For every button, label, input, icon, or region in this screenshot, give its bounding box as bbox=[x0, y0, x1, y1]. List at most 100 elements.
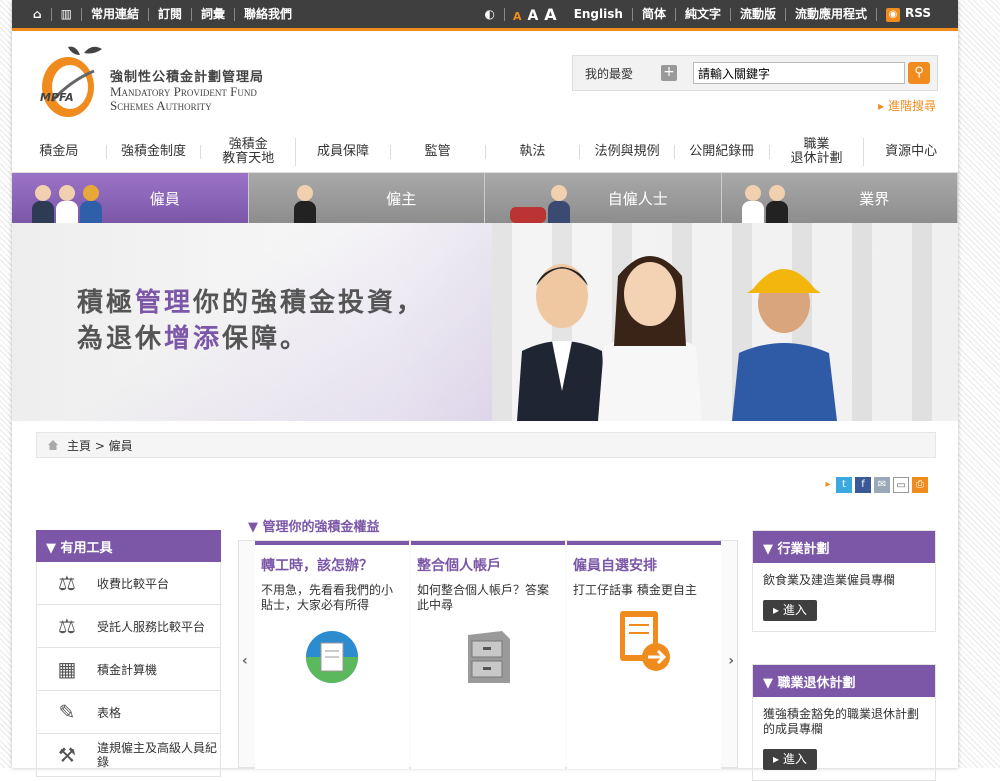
tool-forms[interactable]: ✎ 表格 bbox=[36, 691, 221, 734]
carousel: ‹ › 轉工時，該怎辦？ 不用急，先看看我們的小貼士，大家必有所得 整合個人帳戶… bbox=[238, 540, 738, 769]
arrow-icon: ▸ bbox=[825, 479, 831, 490]
nav-mpf-system[interactable]: 強積金制度 bbox=[107, 144, 202, 159]
home-icon[interactable]: ⌂ bbox=[24, 7, 52, 21]
employee-people-image bbox=[32, 183, 102, 223]
orso-enter-button[interactable]: ▸ 進入 bbox=[763, 749, 817, 770]
nav-supervision[interactable]: 監管 bbox=[391, 144, 486, 159]
banner-worker-image bbox=[732, 269, 837, 421]
tab-employee[interactable]: 僱員 bbox=[12, 173, 249, 223]
header: MPFA 強制性公積金計劃管理局 Mandatory Provident Fun… bbox=[12, 31, 958, 131]
top-link-subscribe[interactable]: 訂閱 bbox=[149, 7, 192, 21]
scale-icon: ⚖ bbox=[58, 571, 76, 595]
orso-title: ▼ 職業退休計劃 bbox=[753, 665, 935, 697]
rss-icon: ◉ bbox=[886, 7, 900, 22]
search-icon[interactable]: ⚲ bbox=[908, 62, 931, 84]
filing-cabinet-icon bbox=[468, 631, 510, 683]
contrast-icon[interactable]: ◐ bbox=[475, 7, 505, 21]
next-arrow-icon[interactable]: › bbox=[728, 653, 734, 669]
facebook-icon[interactable]: f bbox=[855, 477, 871, 493]
card-consolidate[interactable]: 整合個人帳戶 如何整合個人帳戶？答案此中尋 bbox=[411, 541, 565, 769]
org-name-en-2: Schemes Authority bbox=[110, 98, 212, 113]
nav-education[interactable]: 強積金 教育天地 bbox=[201, 137, 297, 166]
tab-industry-label: 業界 bbox=[859, 189, 890, 208]
font-medium-button[interactable]: A bbox=[527, 8, 538, 24]
card-job-change[interactable]: 轉工時，該怎辦？ 不用急，先看看我們的小貼士，大家必有所得 bbox=[255, 541, 409, 769]
favorites-label: 我的最愛 bbox=[585, 66, 634, 81]
tab-employer[interactable]: 僱主 bbox=[248, 173, 485, 223]
employer-people-image bbox=[293, 183, 316, 223]
tools-title: ▼ 有用工具 bbox=[36, 530, 221, 562]
card-employee-choice[interactable]: 僱員自選安排 打工仔話事 積金更自主 bbox=[567, 541, 721, 769]
nav-mpfa[interactable]: 積金局 bbox=[12, 144, 107, 159]
card-title: 轉工時，該怎辦？ bbox=[261, 558, 373, 574]
home-icon[interactable] bbox=[47, 439, 59, 451]
tool-defaulting-employers[interactable]: ⚒ 違規僱主及高級人員紀錄 bbox=[36, 734, 221, 777]
forms-icon: ✎ bbox=[58, 700, 76, 724]
email-icon[interactable]: ✉ bbox=[874, 477, 890, 493]
lang-english[interactable]: English bbox=[565, 7, 633, 21]
tool-fee-comparison[interactable]: ⚖ 收費比較平台 bbox=[36, 562, 221, 605]
trustee-scale-icon: ⚖ bbox=[58, 614, 76, 638]
prev-arrow-icon[interactable]: ‹ bbox=[242, 653, 248, 669]
industry-scheme-title: ▼ 行業計劃 bbox=[753, 531, 935, 563]
search-input[interactable] bbox=[693, 62, 906, 84]
org-name-zh: 強制性公積金計劃管理局 bbox=[110, 70, 265, 85]
tool-calculator[interactable]: ▦ 積金計算機 bbox=[36, 648, 221, 691]
main-nav: 積金局 強積金制度 強積金 教育天地 成員保障 監管 執法 法例與規例 公開紀錄冊… bbox=[12, 131, 958, 173]
industry-scheme-text: 飲食業及建造業僱員專欄 bbox=[763, 573, 896, 587]
font-large-button[interactable]: A bbox=[544, 5, 556, 24]
page: ⌂ ▥ 常用連結 訂閱 詞彙 聯絡我們 ◐ A A A English 简体 純… bbox=[12, 0, 958, 781]
mobile-link[interactable]: 流動版 bbox=[731, 7, 786, 21]
add-favorite-icon[interactable]: + bbox=[661, 65, 678, 81]
industry-enter-button[interactable]: ▸ 進入 bbox=[763, 600, 817, 621]
top-link-quick[interactable]: 常用連結 bbox=[82, 7, 149, 21]
nav-enforcement[interactable]: 執法 bbox=[486, 144, 581, 159]
card-text: 如何整合個人帳戶？答案此中尋 bbox=[417, 583, 550, 612]
tab-self-employed[interactable]: 自僱人士 bbox=[485, 173, 722, 223]
transfer-icon bbox=[306, 631, 358, 683]
card-title: 整合個人帳戶 bbox=[417, 558, 501, 574]
top-link-glossary[interactable]: 詞彙 bbox=[192, 7, 235, 21]
orso-text: 獲強積金豁免的職業退休計劃的成員專欄 bbox=[763, 707, 920, 736]
breadcrumb-text[interactable]: 主頁 > 僱員 bbox=[67, 437, 133, 454]
print-icon[interactable]: ⎙ bbox=[912, 477, 928, 493]
tab-employee-label: 僱員 bbox=[149, 189, 180, 208]
tab-self-employed-label: 自僱人士 bbox=[607, 189, 668, 208]
nav-legislation[interactable]: 法例與規例 bbox=[580, 144, 675, 159]
lang-simplified[interactable]: 简体 bbox=[633, 7, 676, 21]
tool-trustee-comparison[interactable]: ⚖ 受託人服務比較平台 bbox=[36, 605, 221, 648]
org-name-en-1: Mandatory Provident Fund bbox=[110, 84, 257, 99]
mobile-app-link[interactable]: 流動應用程式 bbox=[786, 7, 877, 21]
top-link-contact[interactable]: 聯絡我們 bbox=[235, 7, 301, 21]
self-employed-image bbox=[510, 183, 570, 223]
banner-slogan: 積極管理你的強積金投資， 為退休增添保障。 bbox=[77, 288, 426, 354]
top-bar: ⌂ ▥ 常用連結 訂閱 詞彙 聯絡我們 ◐ A A A English 简体 純… bbox=[12, 0, 958, 31]
logo-mark-text: MPFA bbox=[40, 91, 74, 104]
hero-banner: 積極管理你的強積金投資， 為退休增添保障。 bbox=[12, 223, 958, 421]
feedback-icon[interactable]: ▭ bbox=[893, 477, 909, 493]
orso-panel: ▼ 職業退休計劃 獲強積金豁免的職業退休計劃的成員專欄 ▸ 進入 bbox=[752, 664, 936, 781]
nav-member-protection[interactable]: 成員保障 bbox=[296, 144, 391, 159]
banner-businesswoman-image bbox=[598, 256, 702, 421]
card-title: 僱員自選安排 bbox=[573, 558, 657, 574]
gavel-icon: ⚒ bbox=[58, 743, 76, 767]
nav-public-register[interactable]: 公開紀錄冊 bbox=[675, 144, 770, 159]
rss-link[interactable]: ◉ RSS bbox=[877, 6, 940, 22]
document-transfer-icon bbox=[620, 611, 670, 671]
audience-tabs: 僱員 僱主 自僱人士 業界 bbox=[12, 173, 958, 223]
text-only-link[interactable]: 純文字 bbox=[676, 7, 731, 21]
breadcrumb: 主頁 > 僱員 bbox=[36, 432, 936, 458]
tab-industry[interactable]: 業界 bbox=[721, 173, 958, 223]
nav-resources[interactable]: 資源中心 bbox=[864, 144, 958, 159]
mpfa-logo[interactable]: MPFA bbox=[32, 41, 112, 121]
industry-scheme-panel: ▼ 行業計劃 飲食業及建造業僱員專欄 ▸ 進入 bbox=[752, 530, 936, 632]
advanced-search-link[interactable]: ▸ 進階搜尋 bbox=[878, 97, 936, 114]
twitter-icon[interactable]: t bbox=[836, 477, 852, 493]
card-text: 打工仔話事 積金更自主 bbox=[573, 583, 697, 597]
card-text: 不用急，先看看我們的小貼士，大家必有所得 bbox=[261, 583, 394, 612]
industry-people-image bbox=[741, 183, 788, 223]
nav-orso[interactable]: 職業 退休計劃 bbox=[770, 137, 865, 166]
font-small-button[interactable]: A bbox=[513, 10, 522, 23]
tools-panel: ▼ 有用工具 ⚖ 收費比較平台 ⚖ 受託人服務比較平台 ▦ 積金計算機 ✎ 表格 ⚒ 違規… bbox=[36, 530, 221, 777]
sitemap-icon[interactable]: ▥ bbox=[52, 7, 82, 21]
